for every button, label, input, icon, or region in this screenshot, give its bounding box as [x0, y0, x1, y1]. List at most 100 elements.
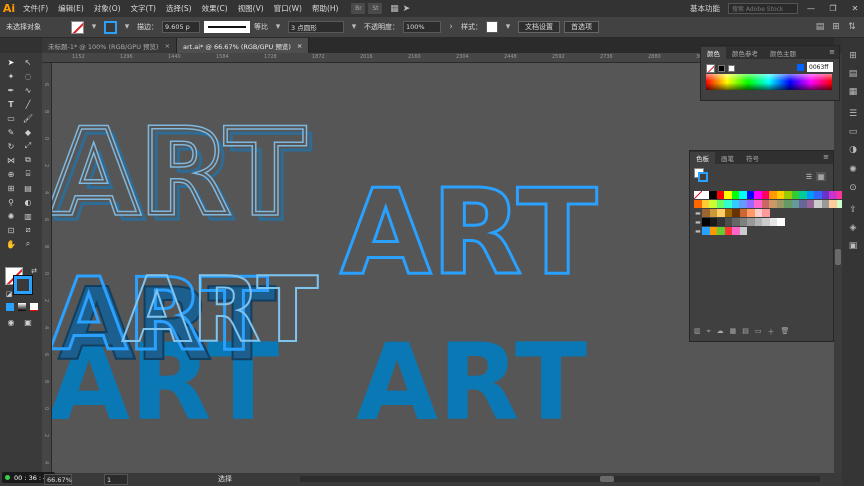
zoom-tool-icon[interactable]: ⌕	[22, 238, 34, 250]
swatch[interactable]	[821, 200, 829, 208]
tab-swatches[interactable]: 色板	[690, 152, 715, 164]
layout-icon[interactable]: ▦	[388, 3, 400, 15]
arrange-documents-icon[interactable]: ⇅	[846, 21, 858, 33]
swatches-icon[interactable]: ▦	[847, 86, 859, 98]
swatch[interactable]	[709, 209, 717, 217]
swatch[interactable]	[739, 218, 747, 226]
new-swatch-icon[interactable]: ＋	[767, 327, 774, 337]
chevron-down-icon[interactable]: ▾	[272, 21, 284, 33]
zoom-level-input[interactable]: 66.67%	[44, 474, 72, 485]
pen-tool-icon[interactable]: ✒	[5, 84, 17, 96]
appearance-icon[interactable]: ✺	[847, 164, 859, 176]
swatch[interactable]	[702, 209, 710, 217]
graphic-styles-icon[interactable]: ⊙	[847, 182, 859, 194]
perspective-grid-icon[interactable]: ⌸	[22, 168, 34, 180]
swatch-library-icon[interactable]: ⌖	[707, 327, 711, 337]
export-icon[interactable]: ⇪	[847, 204, 859, 216]
swatch[interactable]	[732, 218, 740, 226]
swatch[interactable]	[784, 200, 792, 208]
swatch-group-folder-icon[interactable]: ▬	[694, 227, 702, 235]
swatch[interactable]	[709, 227, 717, 235]
swatch[interactable]	[769, 218, 777, 226]
shaper-tool-icon[interactable]: ✎	[5, 126, 17, 138]
swatch[interactable]	[829, 200, 837, 208]
default-colors-icon[interactable]: ◪	[3, 288, 15, 300]
stock-search-input[interactable]: 搜索 Adobe Stock	[728, 3, 798, 14]
artboard-tool-icon[interactable]: ⊡	[5, 224, 17, 236]
swatch[interactable]	[717, 218, 725, 226]
swatch[interactable]	[769, 200, 777, 208]
type-tool-icon[interactable]: T	[5, 98, 17, 110]
menu-item-4[interactable]: 选择(S)	[161, 3, 197, 14]
symbol-sprayer-icon[interactable]: ✺	[5, 210, 17, 222]
panel-menu-icon[interactable]: ≡	[823, 153, 829, 161]
menu-item-6[interactable]: 视图(V)	[233, 3, 269, 14]
swatch[interactable]	[761, 200, 769, 208]
chevron-down-icon[interactable]: ▾	[348, 21, 360, 33]
color-mode-icon[interactable]	[4, 301, 16, 313]
stroke-weight-input[interactable]: 9.605 p	[162, 21, 200, 33]
none-mode-icon[interactable]	[28, 301, 40, 313]
gpu-icon[interactable]: ➤	[400, 3, 412, 15]
rectangle-tool-icon[interactable]: ▭	[5, 112, 17, 124]
layers-icon[interactable]: ◈	[847, 222, 859, 234]
minimize-icon[interactable]: —	[802, 0, 820, 17]
swatch[interactable]	[746, 191, 754, 199]
swatch[interactable]	[717, 209, 725, 217]
artboard-number-input[interactable]: 1	[104, 474, 128, 485]
swatch[interactable]	[739, 200, 747, 208]
blend-tool-icon[interactable]: ◐	[22, 196, 34, 208]
fill-stroke-indicator[interactable]	[694, 168, 708, 182]
swatch[interactable]	[716, 191, 724, 199]
delete-icon[interactable]: 🗑	[780, 327, 789, 337]
swatch[interactable]	[784, 191, 792, 199]
menu-item-0[interactable]: 文件(F)	[18, 3, 53, 14]
swatch[interactable]	[777, 218, 785, 226]
hand-tool-icon[interactable]: ✋	[5, 238, 17, 250]
swatch[interactable]	[739, 209, 747, 217]
swatch[interactable]	[739, 227, 747, 235]
gradient-mode-icon[interactable]	[16, 301, 28, 313]
show-kinds-icon[interactable]: ▦	[730, 327, 737, 337]
swatch[interactable]	[762, 218, 770, 226]
document-setup-button[interactable]: 文档设置	[518, 21, 560, 33]
properties-icon[interactable]: ⊞	[847, 50, 859, 62]
magic-wand-icon[interactable]: ✦	[5, 70, 17, 82]
free-transform-icon[interactable]: ⧉	[22, 154, 34, 166]
swatch[interactable]	[829, 191, 837, 199]
swatch[interactable]	[806, 191, 814, 199]
swatch[interactable]	[694, 200, 702, 208]
art-3d-highlight[interactable]: ART	[121, 257, 319, 364]
swatch[interactable]	[806, 200, 814, 208]
selection-tool-icon[interactable]: ➤	[5, 56, 17, 68]
panel-menu-icon[interactable]: ≡	[829, 48, 835, 56]
width-tool-icon[interactable]: ⋈	[5, 154, 17, 166]
swap-fill-stroke-icon[interactable]: ⇄	[28, 265, 40, 277]
screen-mode-icon[interactable]: ▣	[22, 316, 34, 328]
menu-item-8[interactable]: 帮助(H)	[307, 3, 344, 14]
vertical-scrollbar[interactable]	[834, 53, 842, 473]
close-icon[interactable]: ×	[165, 42, 170, 50]
align-icon[interactable]: ▤	[814, 21, 826, 33]
chevron-down-icon[interactable]: ▾	[88, 21, 100, 33]
swatch[interactable]	[732, 209, 740, 217]
swatch[interactable]	[709, 191, 717, 199]
swatch[interactable]	[709, 200, 717, 208]
swatch[interactable]	[701, 200, 709, 208]
swatch[interactable]	[754, 209, 762, 217]
workspace-switcher[interactable]: 基本功能	[686, 3, 724, 14]
list-view-icon[interactable]: ☰	[804, 172, 814, 181]
tab-untitled-1[interactable]: 未标题-1* @ 100% (RGB/GPU 预览) ×	[42, 38, 178, 53]
swatch[interactable]	[724, 227, 732, 235]
swatch[interactable]	[732, 227, 740, 235]
swatch[interactable]	[791, 191, 799, 199]
swatch[interactable]	[754, 200, 762, 208]
slice-tool-icon[interactable]: ⧄	[22, 224, 34, 236]
stroke-icon[interactable]: ☰	[847, 108, 859, 120]
chevron-down-icon[interactable]: ▾	[121, 21, 133, 33]
paintbrush-icon[interactable]: 🖌	[22, 112, 34, 124]
grid-view-icon[interactable]: ▦	[816, 172, 826, 181]
mesh-tool-icon[interactable]: ⊞	[5, 182, 17, 194]
maximize-icon[interactable]: ❐	[824, 0, 842, 17]
swatch[interactable]	[799, 200, 807, 208]
